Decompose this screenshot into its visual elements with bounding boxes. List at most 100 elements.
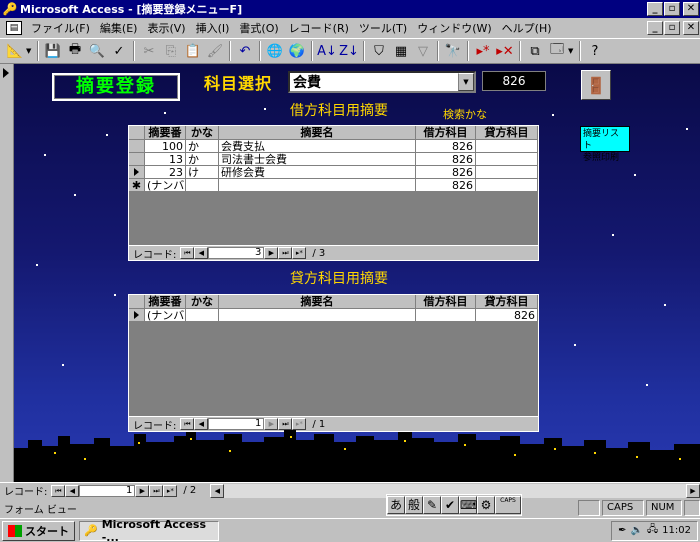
table-row[interactable]: 100 か 会費支払 826	[129, 140, 538, 153]
doc-restore-button[interactable]: ▫	[664, 21, 680, 35]
header-kana[interactable]: かな	[186, 126, 219, 140]
database-window-icon[interactable]: ⧉	[524, 40, 546, 62]
new-record-nav-icon[interactable]: ▸*	[163, 484, 178, 497]
cut-icon[interactable]: ✂	[138, 40, 160, 62]
cell-debit[interactable]	[416, 309, 476, 322]
format-painter-icon[interactable]: 🖌	[204, 40, 226, 62]
undo-icon[interactable]: ↶	[234, 40, 256, 62]
cell-credit[interactable]	[476, 153, 538, 166]
next-record-icon[interactable]: ▶	[264, 247, 279, 259]
filter-by-selection-icon[interactable]: ⛉	[368, 40, 390, 62]
cell-debit[interactable]: 826	[416, 140, 476, 153]
header-debit[interactable]: 借方科目	[416, 295, 476, 309]
start-button[interactable]: スタート	[2, 520, 75, 541]
header-debit[interactable]: 借方科目	[416, 126, 476, 140]
row-selector[interactable]	[129, 153, 145, 166]
print-icon[interactable]: 🖶	[64, 40, 86, 62]
first-record-icon[interactable]: ⏮	[51, 484, 66, 497]
exit-door-button[interactable]: 🚪	[581, 70, 611, 100]
print-preview-icon[interactable]: 🔍	[86, 40, 108, 62]
header-name[interactable]: 摘要名	[219, 126, 416, 140]
ime-input-mode[interactable]: あ	[387, 496, 405, 514]
cell-debit[interactable]: 826	[416, 153, 476, 166]
copy-icon[interactable]: ⎘	[160, 40, 182, 62]
header-name[interactable]: 摘要名	[219, 295, 416, 309]
ime-caps-indicator[interactable]: CAPS	[495, 496, 521, 514]
doc-close-button[interactable]: ✕	[683, 21, 699, 35]
scroll-right-icon[interactable]: ▶	[686, 483, 700, 498]
web-toolbar-icon[interactable]: 🌍	[286, 40, 308, 62]
row-selector[interactable]	[129, 140, 145, 153]
form-record-selector[interactable]	[0, 64, 14, 482]
doc-minimize-button[interactable]: _	[647, 21, 663, 35]
close-button[interactable]: ✕	[683, 2, 699, 16]
save-icon[interactable]: 💾	[42, 40, 64, 62]
sort-ascending-icon[interactable]: A↓	[316, 40, 338, 62]
task-button-access[interactable]: 🔑 Microsoft Access -...	[79, 518, 219, 542]
cell-kana[interactable]	[186, 309, 219, 322]
cell-number[interactable]: 100	[145, 140, 186, 153]
sort-descending-icon[interactable]: Z↓	[338, 40, 360, 62]
header-credit[interactable]: 貸方科目	[476, 126, 538, 140]
cell-kana[interactable]: か	[186, 140, 219, 153]
new-object-icon[interactable]: 🗔	[546, 40, 568, 62]
header-kana[interactable]: かな	[186, 295, 219, 309]
cell-number[interactable]: 13	[145, 153, 186, 166]
maximize-button[interactable]: ▫	[664, 2, 680, 16]
cell-kana[interactable]: け	[186, 166, 219, 179]
row-selector-current[interactable]	[129, 309, 145, 322]
cell-name[interactable]: 司法書士会費	[219, 153, 416, 166]
scroll-left-icon[interactable]: ◀	[210, 483, 225, 498]
cell-name[interactable]: 会費支払	[219, 140, 416, 153]
cell-debit[interactable]: 826	[416, 179, 476, 192]
prev-record-icon[interactable]: ◀	[194, 247, 209, 259]
new-record-nav-icon[interactable]: ▸*	[292, 247, 307, 259]
menu-edit[interactable]: 編集(E)	[95, 20, 143, 36]
row-selector-current[interactable]	[129, 166, 145, 179]
last-record-icon[interactable]: ⏭	[149, 484, 164, 497]
cell-number[interactable]: (ナンバー)	[145, 179, 186, 192]
new-record-row[interactable]: (ナンバー) 826	[129, 309, 538, 322]
cell-debit[interactable]: 826	[416, 166, 476, 179]
cell-credit[interactable]	[476, 166, 538, 179]
last-record-icon[interactable]: ⏭	[278, 247, 293, 259]
ime-dictionary-icon[interactable]: ✔	[441, 496, 459, 514]
menu-tools[interactable]: ツール(T)	[354, 20, 412, 36]
cell-name[interactable]: 研修会費	[219, 166, 416, 179]
filter-by-form-icon[interactable]: ▦	[390, 40, 412, 62]
ime-keyboard-icon[interactable]: ⌨	[459, 496, 477, 514]
new-record-row[interactable]: ✱ (ナンバー) 826	[129, 179, 538, 192]
view-icon[interactable]: 📐	[4, 40, 26, 62]
row-selector-new[interactable]: ✱	[129, 179, 145, 192]
form-document-icon[interactable]: ▤	[6, 21, 22, 35]
record-number-input[interactable]: 3	[208, 247, 265, 259]
cell-credit[interactable]: 826	[476, 309, 538, 322]
menu-file[interactable]: ファイル(F)	[26, 20, 95, 36]
network-icon[interactable]: 🖧	[647, 522, 658, 539]
insert-hyperlink-icon[interactable]: 🌐	[264, 40, 286, 62]
ime-pad-icon[interactable]: ✎	[423, 496, 441, 514]
minimize-button[interactable]: _	[647, 2, 663, 16]
next-record-icon[interactable]: ▶	[135, 484, 150, 497]
clock[interactable]: 11:02	[662, 525, 691, 536]
header-number[interactable]: 摘要番	[145, 126, 186, 140]
new-object-dropdown-icon[interactable]: ▼	[568, 47, 576, 55]
cell-name[interactable]	[219, 309, 416, 322]
apply-filter-icon[interactable]: ▽	[412, 40, 434, 62]
record-number-input[interactable]: 1	[79, 484, 136, 497]
cell-credit[interactable]	[476, 179, 538, 192]
speaker-icon[interactable]: 🔈	[631, 525, 643, 536]
menu-records[interactable]: レコード(R)	[284, 20, 354, 36]
delete-record-icon[interactable]: ▸✕	[494, 40, 516, 62]
subject-combobox-value[interactable]: 会費	[290, 72, 458, 92]
cell-kana[interactable]: か	[186, 153, 219, 166]
cell-name[interactable]	[219, 179, 416, 192]
help-icon[interactable]: ?	[584, 40, 606, 62]
spelling-icon[interactable]: ✓	[108, 40, 130, 62]
cell-kana[interactable]	[186, 179, 219, 192]
prev-record-icon[interactable]: ◀	[65, 484, 80, 497]
cell-credit[interactable]	[476, 140, 538, 153]
header-credit[interactable]: 貸方科目	[476, 295, 538, 309]
new-record-icon[interactable]: ▸*	[472, 40, 494, 62]
cell-number[interactable]: 23	[145, 166, 186, 179]
